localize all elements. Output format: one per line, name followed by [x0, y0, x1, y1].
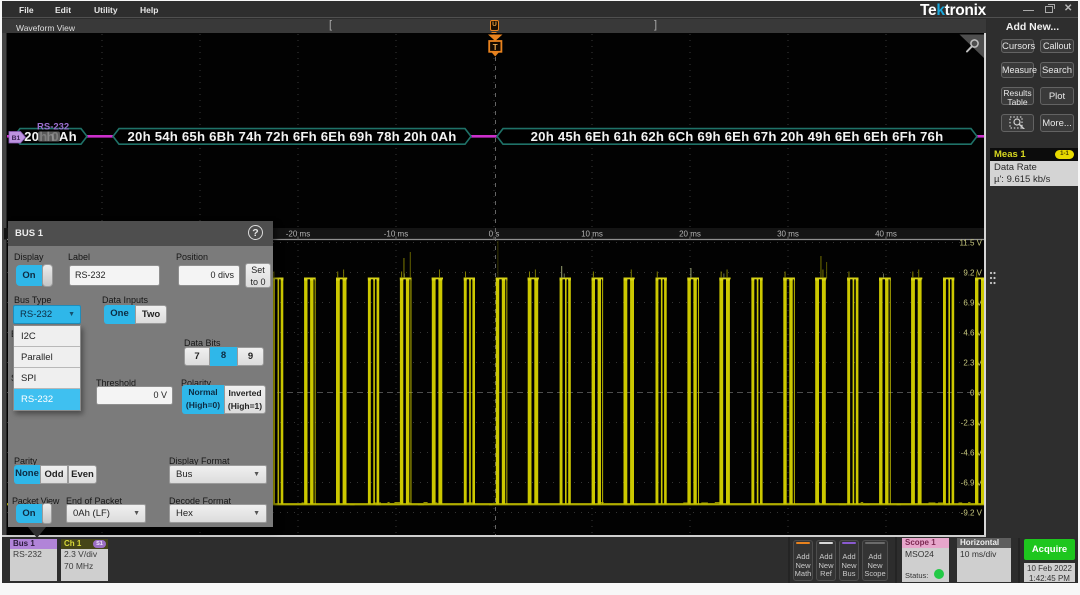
svg-text:RS-232: RS-232 [37, 122, 69, 133]
svg-text:-2.3 V: -2.3 V [961, 418, 983, 427]
svg-text:20h 45h 6Eh 61h 62h 6Ch 69h 6E: 20h 45h 6Eh 61h 62h 6Ch 69h 6Eh 67h 20h … [531, 129, 944, 144]
svg-text:-6.9 V: -6.9 V [961, 478, 983, 487]
svg-text:20h 54h 65h 6Bh 74h 72h 6Fh 6E: 20h 54h 65h 6Bh 74h 72h 6Fh 6Eh 69h 78h … [128, 129, 457, 144]
svg-text:6.9 V: 6.9 V [963, 298, 982, 307]
svg-text:-4.6 V: -4.6 V [961, 448, 983, 457]
svg-text:4.6 V: 4.6 V [963, 328, 982, 337]
svg-text:B1: B1 [12, 135, 21, 142]
svg-text:11.5 V: 11.5 V [959, 238, 982, 247]
svg-text:9.2 V: 9.2 V [963, 268, 982, 277]
svg-text:T: T [493, 43, 498, 52]
svg-text:2.3 V: 2.3 V [963, 358, 982, 367]
svg-text:-9.2 V: -9.2 V [961, 508, 983, 517]
